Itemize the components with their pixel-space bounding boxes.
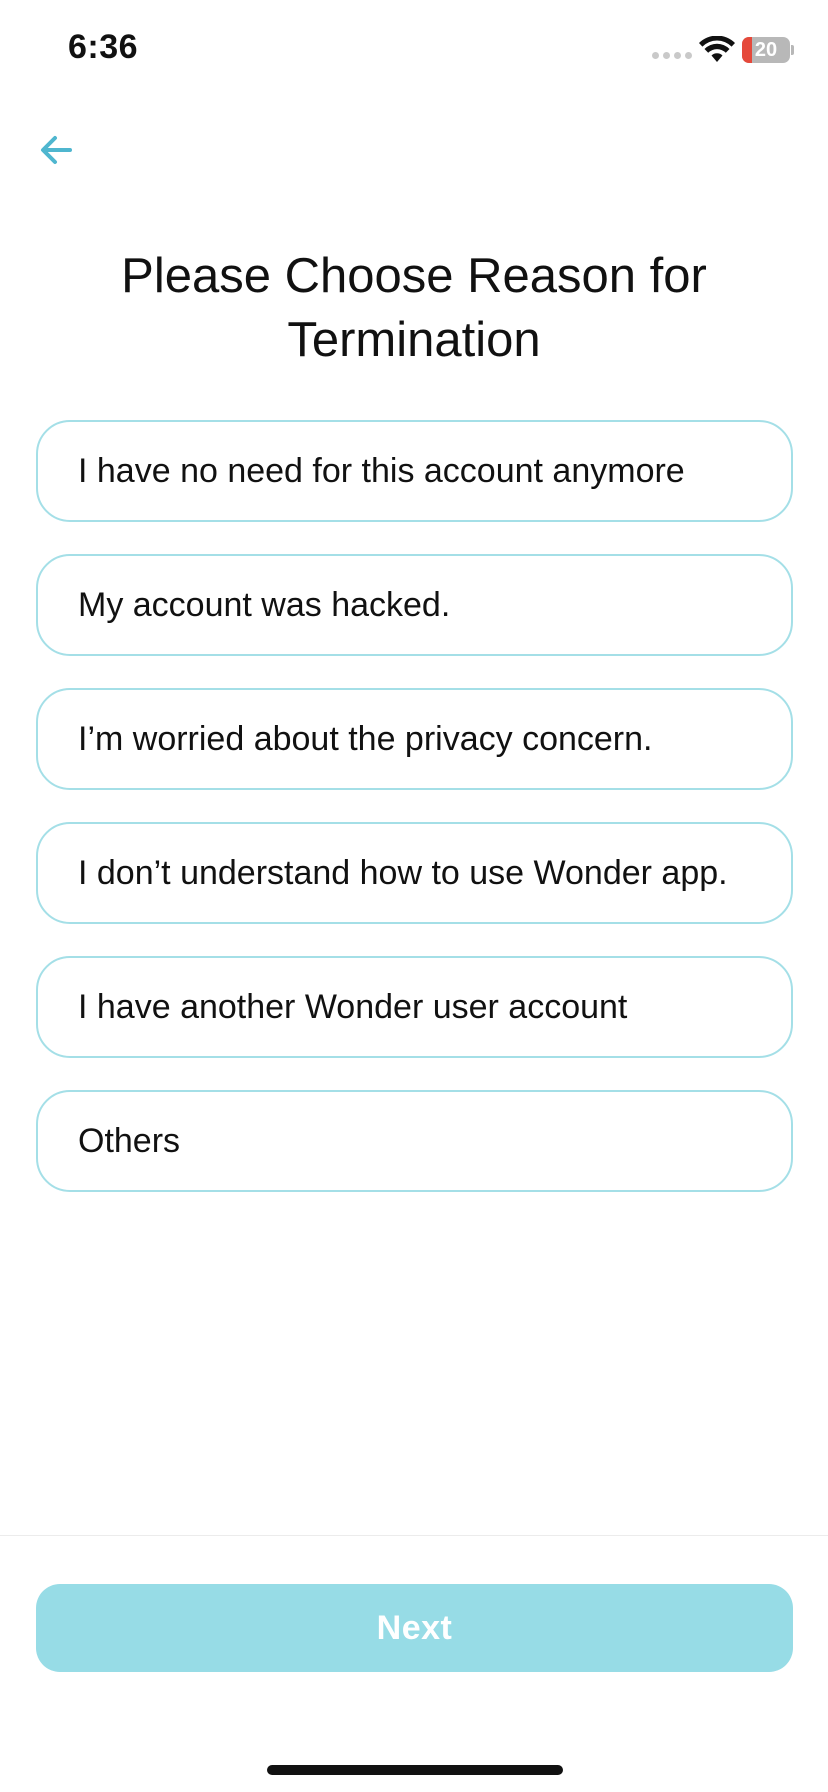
- screen: 6:36 20 Please Choose Reason for Termina…: [0, 0, 828, 1792]
- reason-option-others[interactable]: Others: [36, 1090, 793, 1192]
- battery-percent: 20: [754, 39, 778, 61]
- battery-icon: 20: [742, 37, 794, 63]
- reason-option-privacy[interactable]: I’m worried about the privacy concern.: [36, 688, 793, 790]
- reason-option-another-account[interactable]: I have another Wonder user account: [36, 956, 793, 1058]
- back-button[interactable]: [30, 128, 82, 172]
- battery-cap: [791, 45, 794, 55]
- reason-option-hacked[interactable]: My account was hacked.: [36, 554, 793, 656]
- signal-dots-icon: [652, 52, 692, 59]
- wifi-icon: [699, 36, 735, 62]
- reason-option-no-need[interactable]: I have no need for this account anymore: [36, 420, 793, 522]
- arrow-left-icon: [41, 136, 72, 164]
- status-time: 6:36: [68, 28, 139, 66]
- page-title: Please Choose Reason for Termination: [121, 249, 707, 367]
- battery-body: 20: [742, 37, 790, 63]
- bottom-divider: [0, 1535, 828, 1536]
- status-bar: 6:36 20: [0, 0, 828, 100]
- reason-option-dont-understand[interactable]: I don’t understand how to use Wonder app…: [36, 822, 793, 924]
- home-indicator[interactable]: [267, 1765, 563, 1775]
- next-button[interactable]: Next: [36, 1584, 793, 1672]
- reason-options-list: I have no need for this account anymore …: [36, 420, 793, 1224]
